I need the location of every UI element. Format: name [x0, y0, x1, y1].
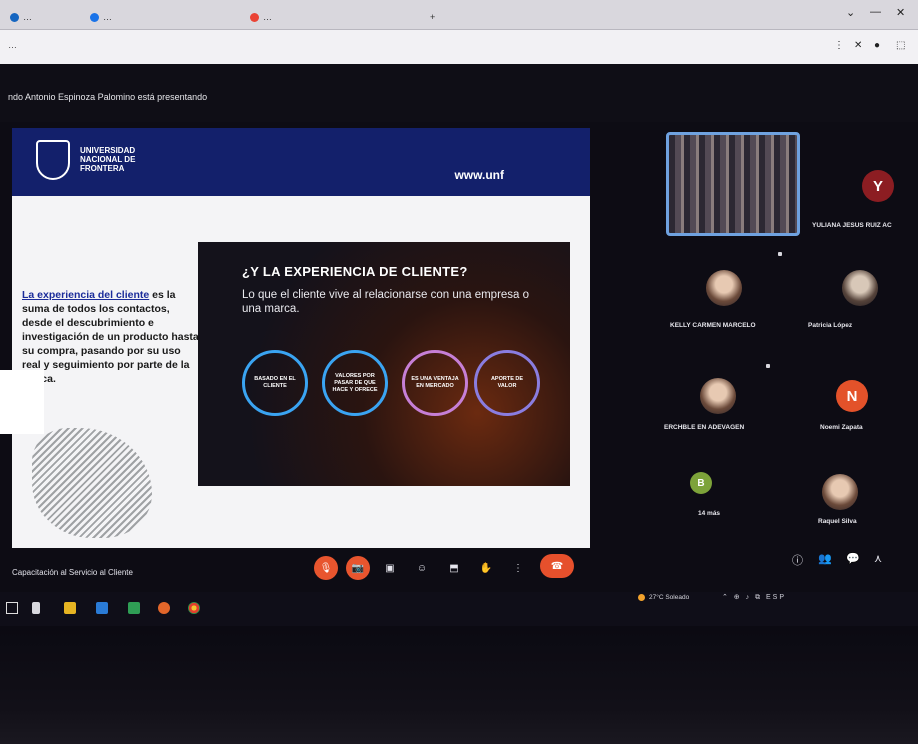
university-shield-icon [36, 140, 70, 180]
definition-highlight: La experiencia del cliente [22, 289, 150, 301]
phone-hangup-icon: ☎ [550, 560, 564, 572]
glare-patch [0, 370, 44, 434]
logo-line: UNIVERSIDAD [80, 146, 136, 155]
self-video-tile[interactable] [666, 132, 800, 236]
more-icon: ⋮ [513, 562, 523, 574]
extension-icon[interactable]: ✕ [854, 40, 862, 51]
present-button[interactable]: ⬒ [442, 556, 466, 580]
new-tab-button[interactable]: + [430, 6, 435, 28]
participant-avatar: Y [862, 170, 894, 202]
menu-icon[interactable]: ⬚ [896, 40, 905, 51]
mic-toggle-button[interactable]: 🎙 [314, 556, 338, 580]
monitor-bezel [0, 626, 918, 744]
logo-line: FRONTERA [80, 164, 125, 173]
more-participants-avatar[interactable]: B [690, 472, 712, 494]
chrome-icon[interactable] [188, 602, 200, 614]
close-icon[interactable]: ✕ [896, 6, 905, 19]
file-explorer-icon[interactable] [64, 602, 76, 614]
participant-avatar: N [836, 380, 868, 412]
tab-label: … [263, 12, 272, 22]
chat-icon[interactable]: 💬 [846, 552, 860, 565]
reactions-button[interactable]: ☺ [410, 556, 434, 580]
captions-icon: ▣ [385, 562, 395, 574]
app-icon[interactable] [158, 602, 170, 614]
slide-decoration [32, 428, 152, 538]
start-icon[interactable] [6, 602, 18, 614]
app-icon[interactable] [128, 602, 140, 614]
search-icon[interactable] [32, 602, 40, 614]
slide-image-panel: ¿Y LA EXPERIENCIA DE CLIENTE? Lo que el … [198, 242, 570, 486]
browser-tab-active[interactable]: … [250, 6, 272, 28]
raise-hand-button[interactable]: ✋ [474, 556, 498, 580]
university-logo-text: UNIVERSIDAD NACIONAL DE FRONTERA [80, 146, 135, 173]
participant-avatar [822, 474, 858, 510]
tab-favicon-icon [10, 12, 19, 22]
address-bar: … [0, 30, 918, 64]
browser-tab[interactable]: … [90, 6, 112, 28]
participant-name: KELLY CARMEN MARCELO [670, 322, 756, 329]
hand-icon: ✋ [479, 562, 493, 574]
concept-circle: APORTE DE VALOR [474, 350, 540, 416]
definition-body: es la suma de todos los contactos, desde… [22, 289, 199, 385]
camera-off-icon: 📷 [351, 562, 365, 574]
photographed-screen: … … … + ⌄ — ✕ … ⋮ ✕ ● ⬚ ndo Antonio Espi… [0, 0, 918, 744]
participant-avatar [842, 270, 878, 306]
store-icon[interactable] [96, 602, 108, 614]
tab-favicon-icon [90, 12, 99, 22]
meeting-title: Capacitación al Servicio al Cliente [12, 568, 133, 577]
plus-icon: + [430, 12, 436, 22]
activities-icon[interactable]: ⋏ [874, 552, 882, 565]
concept-circle: ES UNA VENTAJA EN MERCADO [402, 350, 468, 416]
system-tray[interactable]: ⌃ ⊕ ♪ ⧉ ESP [722, 593, 786, 602]
info-icon[interactable]: ⓘ [792, 552, 803, 568]
minimize-icon[interactable]: — [870, 6, 881, 18]
weather-widget[interactable]: 27°C Soleado [638, 594, 689, 601]
end-call-button[interactable]: ☎ [540, 554, 574, 578]
participant-name: Noemi Zapata [820, 424, 863, 431]
slide-header: UNIVERSIDAD NACIONAL DE FRONTERA www.unf [12, 128, 590, 196]
browser-tab[interactable]: … [10, 6, 32, 28]
chevron-down-icon[interactable]: ⌄ [846, 6, 855, 19]
sun-icon [638, 594, 645, 601]
concept-label: BASADO EN EL CLIENTE [254, 376, 296, 389]
presenting-label: ndo Antonio Espinoza Palomino está prese… [8, 92, 208, 102]
participant-avatar [700, 378, 736, 414]
slide-definition-text: La experiencia del cliente es la suma de… [22, 288, 200, 386]
concept-circle: VALORES POR PASAR DE QUE HACE Y OFRECE [322, 350, 388, 416]
participant-name: Patricia López [808, 322, 853, 329]
present-icon: ⬒ [449, 562, 459, 574]
weather-label: 27°C Soleado [649, 594, 690, 601]
slide-website: www.unf [454, 168, 504, 182]
tab-label: … [103, 12, 112, 22]
tile-menu-icon[interactable] [778, 252, 782, 256]
participant-name: ERCHBLE EN ADEVAGEN [664, 424, 745, 431]
participant-name: YULIANA JESUS RUIZ AC [812, 222, 892, 229]
more-participants-label[interactable]: 14 más [698, 510, 720, 517]
profile-icon[interactable]: ● [874, 40, 880, 51]
camera-toggle-button[interactable]: 📷 [346, 556, 370, 580]
participant-name: Raquel Silva [818, 518, 857, 525]
people-icon[interactable]: 👥 [818, 552, 832, 565]
mic-off-icon: 🎙 [319, 562, 333, 574]
slide-subheading: Lo que el cliente vive al relacionarse c… [242, 289, 530, 315]
emoji-icon: ☺ [416, 562, 428, 574]
concept-circle: BASADO EN EL CLIENTE [242, 350, 308, 416]
logo-line: NACIONAL DE [80, 155, 136, 164]
browser-tab-bar: … … … + ⌄ — ✕ [0, 0, 918, 30]
tile-menu-icon[interactable] [766, 364, 770, 368]
tab-favicon-icon [250, 12, 259, 22]
tab-label: … [23, 12, 32, 22]
captions-button[interactable]: ▣ [378, 556, 402, 580]
more-icon[interactable]: ⋮ [834, 40, 844, 51]
url-field[interactable]: … [8, 40, 17, 50]
concept-label: APORTE DE VALOR [490, 376, 524, 389]
concept-label: ES UNA VENTAJA EN MERCADO [411, 376, 459, 389]
more-options-button[interactable]: ⋮ [506, 556, 530, 580]
concept-label: VALORES POR PASAR DE QUE HACE Y OFRECE [332, 372, 378, 393]
slide-heading: ¿Y LA EXPERIENCIA DE CLIENTE? [242, 264, 468, 279]
participant-avatar [706, 270, 742, 306]
